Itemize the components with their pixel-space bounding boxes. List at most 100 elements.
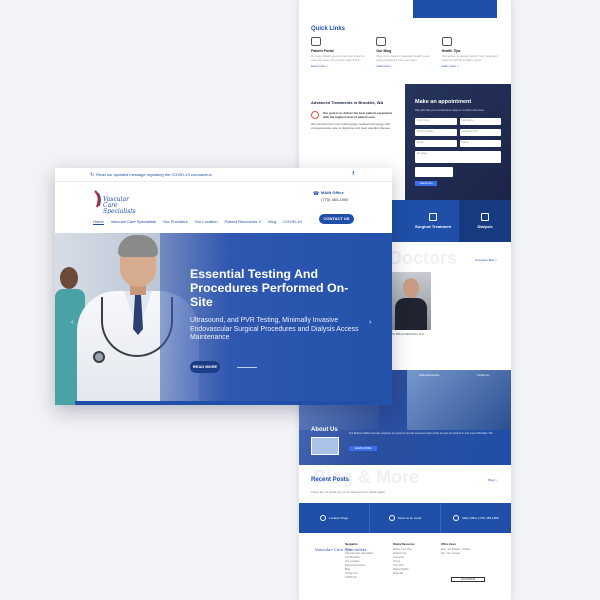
- service-dialysis[interactable]: Dialysis: [459, 200, 511, 242]
- service-label: Surgical Treatment: [414, 224, 451, 229]
- about-title: About Us: [311, 427, 338, 433]
- footer-col-title: Office Hours: [441, 543, 457, 546]
- quick-link-desc: As Lake Washington's one-stop shop for v…: [311, 54, 365, 62]
- quick-links-title: Quick Links: [311, 26, 346, 32]
- logo-text: Vascular Care Specialists: [103, 196, 136, 215]
- cta-email[interactable]: Send us an email: [370, 503, 441, 533]
- front-page-mockup: ↻ Read our updated message regarding the…: [55, 168, 392, 405]
- footer-hours-column: Office Hours Mon - Fri 8:00am - 5:00pm S…: [441, 543, 471, 556]
- portal-icon: [311, 37, 321, 46]
- main-office-phone[interactable]: ☎ MAIN Office (770) 483-1900: [313, 190, 348, 202]
- nav-covid[interactable]: COVID-19: [283, 219, 301, 225]
- footer-link[interactable]: Referrals: [393, 572, 415, 576]
- cta-phone[interactable]: Main Office (770) 483-1900: [441, 503, 511, 533]
- cta-location[interactable]: Location Page: [299, 503, 370, 533]
- quick-link-title: Patient Portal: [311, 49, 334, 53]
- prev-slide-arrow[interactable]: ‹: [71, 319, 73, 326]
- recent-posts-title: Recent Posts: [311, 477, 350, 483]
- cta-band: Location Page Send us an email Main Offi…: [299, 503, 511, 533]
- email-field[interactable]: Email: [415, 140, 457, 147]
- phone-label: MAIN Office: [321, 190, 344, 195]
- doctors-ghost-heading: Doctors: [389, 248, 458, 268]
- main-nav: Home Vascular Care Specialists Our Provi…: [93, 219, 302, 225]
- complete-bios-link[interactable]: Complete Bios >: [475, 258, 497, 262]
- about-thumbnail: [311, 437, 339, 455]
- contact-us-button[interactable]: CONTACT US: [319, 214, 354, 224]
- learn-more-link[interactable]: learn more >: [442, 64, 499, 68]
- refresh-icon: ↻: [90, 171, 95, 178]
- quick-link-title: Our Blog: [376, 49, 392, 53]
- top-band: [299, 0, 511, 20]
- hero-section: ‹ › Essential Testing And Procedures Per…: [55, 233, 392, 405]
- quick-link-title: Health Tips: [441, 49, 461, 53]
- mail-icon: [388, 515, 395, 521]
- quick-links-section: Quick Links Patient Portal As Lake Washi…: [299, 20, 511, 82]
- phone-field[interactable]: Phone: [459, 140, 501, 147]
- quick-link-patient-portal[interactable]: Patient Portal As Lake Washington's one-…: [311, 37, 368, 68]
- location-pin-icon: [319, 515, 326, 521]
- recent-posts-section: Blog & More Recent Posts There are no po…: [299, 465, 511, 503]
- hero-subtitle: Ultrasound, and PVR Testing, Minimally I…: [190, 317, 359, 341]
- preferred-date-field[interactable]: Preferred Date: [415, 129, 457, 136]
- surgeons-image: [407, 370, 511, 430]
- heart-icon: [311, 111, 319, 119]
- footer: Vascular Care Specialists Navigation Hom…: [299, 533, 511, 600]
- nav-providers[interactable]: Our Providers: [163, 219, 188, 225]
- logo-heart-icon: [94, 190, 101, 208]
- book-icon: [441, 37, 452, 46]
- alert-text[interactable]: Read our updated message regarding the C…: [96, 172, 211, 177]
- preferred-time-field[interactable]: Preferred Time: [459, 129, 501, 136]
- appointment-title: Make an appointment: [415, 99, 472, 105]
- service-label: Dialysis: [477, 224, 493, 229]
- advanced-goal: Our goal is to deliver the best patient …: [323, 111, 393, 119]
- phone-icon: ☎: [313, 191, 320, 197]
- hours-line: Sat - Sun Closed: [441, 552, 460, 555]
- contact-us-tag[interactable]: Contact Us: [477, 374, 489, 377]
- stethoscope-icon: [376, 37, 387, 46]
- footer-resources-column: Patient Resources Before Your Visit Dial…: [393, 543, 415, 576]
- doctor-name: DR. BRIAN KIESSLING, M.D.: [391, 333, 425, 336]
- appointment-sub: We will call you in business days to con…: [415, 108, 485, 112]
- last-name-field[interactable]: Last Name: [459, 118, 501, 125]
- facebook-icon[interactable]: f: [352, 171, 354, 177]
- advanced-title: Advanced Treatments in Brooklet, WA: [311, 100, 384, 105]
- hero-title: Essential Testing And Procedures Perform…: [190, 267, 349, 309]
- nav-patient-resources[interactable]: Patient Resources ∨: [225, 219, 262, 225]
- footer-nav-column: Navigation Home Vascular Care Specialist…: [345, 543, 373, 580]
- footer-col-title: Navigation: [345, 543, 358, 546]
- phone-number[interactable]: (770) 483-1900: [321, 197, 348, 202]
- phone-icon: [453, 515, 460, 521]
- site-logo[interactable]: Vascular Care Specialists: [93, 189, 136, 215]
- monitor-icon: [481, 213, 489, 221]
- read-more-button[interactable]: READ MORE: [190, 361, 220, 373]
- nav-vascular-care[interactable]: Vascular Care Specialists: [111, 219, 156, 225]
- learn-more-link[interactable]: learn more >: [311, 64, 368, 68]
- hero-bottom-bar: [75, 401, 367, 405]
- quick-link-desc: Stay up to date on vascular health news …: [376, 54, 430, 62]
- service-surgical[interactable]: Surgical Treatment: [407, 200, 459, 242]
- nav-location[interactable]: Our Location: [195, 219, 218, 225]
- footer-link[interactable]: COVID-19: [345, 576, 373, 580]
- read-more-link[interactable]: read more >: [376, 64, 433, 68]
- cta-label: Main Office (770) 483-1900: [462, 516, 499, 520]
- blog-link[interactable]: Blog >: [488, 478, 497, 482]
- submit-button[interactable]: submit form: [415, 181, 437, 186]
- learn-more-button[interactable]: LEARN MORE: [349, 446, 377, 451]
- slide-indicator[interactable]: [237, 367, 257, 368]
- quick-link-blog[interactable]: Our Blog Stay up to date on vascular hea…: [376, 37, 433, 68]
- message-field[interactable]: Message: [415, 151, 501, 163]
- advanced-body: We combine the most cutting-edge medical…: [311, 122, 391, 130]
- quick-link-health-tips[interactable]: Health Tips Prevention is always better …: [441, 37, 499, 68]
- doctor-photo[interactable]: [391, 272, 431, 330]
- patient-resources-tag[interactable]: Patient Resources: [419, 374, 439, 377]
- nav-blog[interactable]: Blog: [268, 219, 276, 225]
- first-name-field[interactable]: First Name: [415, 118, 457, 125]
- appointment-form: Make an appointment We will call you in …: [405, 84, 511, 200]
- scalpel-icon: [429, 213, 437, 221]
- site-header: Vascular Care Specialists ☎ MAIN Office …: [55, 182, 392, 233]
- recent-posts-empty: There are no posts yet, come back soon t…: [311, 490, 386, 494]
- locations-button[interactable]: LOCATIONS: [451, 577, 485, 582]
- covid-alert-bar[interactable]: ↻ Read our updated message regarding the…: [55, 168, 392, 182]
- captcha-box[interactable]: [415, 167, 453, 177]
- nav-home[interactable]: Home: [93, 219, 104, 225]
